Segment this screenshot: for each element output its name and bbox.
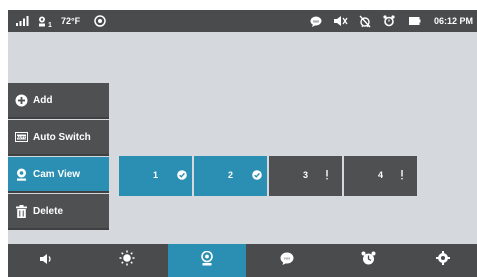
cam-view-label: Cam View [33, 168, 81, 180]
cam-view-button[interactable]: Cam View [8, 157, 109, 193]
delete-label: Delete [33, 205, 64, 217]
camera-icon [14, 167, 28, 181]
camera-slot-1[interactable]: 1 [119, 156, 192, 196]
exclamation-icon [396, 169, 408, 181]
add-button[interactable]: Add [8, 83, 109, 119]
volume-icon [40, 252, 54, 270]
camera-battery-icon [38, 10, 48, 32]
status-bar: 1 72°F vox 06:12 PM [8, 10, 477, 32]
vox-button[interactable]: vox [246, 244, 328, 277]
temperature-readout: 72°F [61, 16, 81, 26]
clock-time: 06:12 PM [434, 16, 474, 26]
auto-switch-icon: AUTO [14, 130, 28, 144]
add-label: Add [33, 94, 53, 106]
eye-icon [94, 10, 106, 32]
cam-view-tab-button[interactable] [168, 244, 246, 277]
svg-text:vox: vox [284, 255, 290, 260]
alarm-button[interactable] [328, 244, 408, 277]
plus-circle-icon [14, 93, 28, 107]
brightness-button[interactable] [86, 244, 168, 277]
brightness-icon [119, 250, 135, 271]
trash-icon [14, 204, 28, 218]
battery-icon [409, 10, 421, 32]
auto-switch-button[interactable]: AUTO Auto Switch [8, 120, 109, 156]
camera-slot-3[interactable]: 3 [269, 156, 342, 196]
settings-button[interactable] [408, 244, 477, 277]
monitor-screen: 1 72°F vox 06:12 PM Add AUTO Auto Switch… [8, 10, 477, 277]
alarm-icon [383, 10, 395, 32]
svg-text:AUTO: AUTO [16, 136, 27, 140]
exclamation-icon [321, 169, 333, 181]
signal-icon [16, 10, 29, 32]
delete-button[interactable]: Delete [8, 194, 109, 230]
check-circle-icon [251, 169, 263, 181]
bottom-toolbar: vox [8, 244, 477, 277]
check-circle-icon [176, 169, 188, 181]
camera-battery-level: 1 [48, 21, 52, 29]
vox-icon: vox [310, 10, 322, 32]
vox-icon: vox [280, 252, 294, 270]
camera-slot-4[interactable]: 4 [344, 156, 417, 196]
alarm-clock-icon [361, 251, 376, 271]
camera-icon [201, 250, 213, 271]
volume-button[interactable] [8, 244, 86, 277]
alarm-off-icon [359, 10, 371, 32]
auto-switch-label: Auto Switch [33, 131, 91, 143]
svg-text:vox: vox [313, 19, 319, 23]
speaker-mute-icon [334, 10, 348, 32]
settings-icon [435, 251, 450, 270]
camera-slot-2[interactable]: 2 [194, 156, 267, 196]
